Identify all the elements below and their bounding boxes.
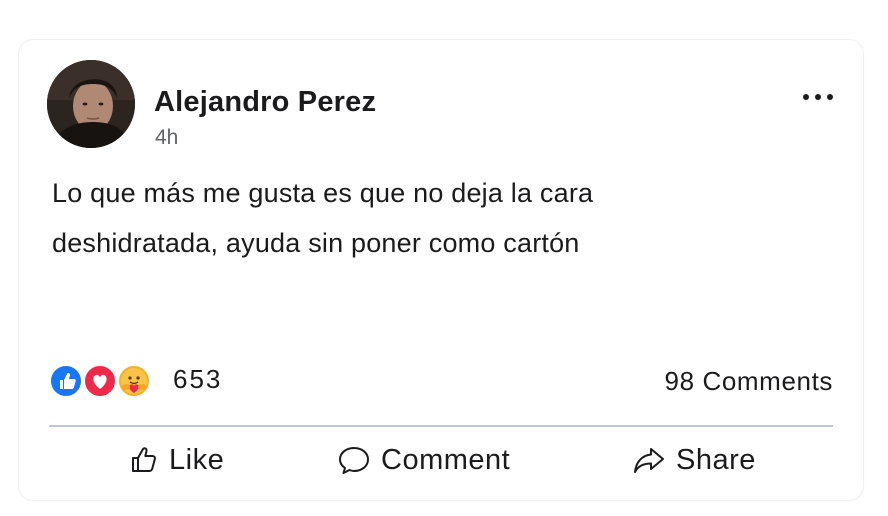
post-text-line: deshidratada, ayuda sin poner como cartó… <box>52 228 580 258</box>
post-timestamp[interactable]: 4h <box>155 126 178 150</box>
avatar-image <box>47 60 135 148</box>
post-text: Lo que más me gusta es que no deja la ca… <box>52 168 772 268</box>
avatar[interactable] <box>47 60 135 148</box>
like-button[interactable]: Like <box>129 435 224 485</box>
reaction-count[interactable]: 653 <box>173 364 222 395</box>
more-options-icon[interactable] <box>803 90 833 104</box>
divider <box>49 425 833 427</box>
care-reaction-icon <box>117 364 151 398</box>
like-label: Like <box>169 443 225 476</box>
post-card: Alejandro Perez 4h Lo que más me gusta e… <box>19 40 863 500</box>
love-reaction-icon <box>83 364 117 398</box>
share-arrow-icon <box>634 448 664 473</box>
post-actions: Like Comment Share <box>49 435 833 485</box>
share-label: Share <box>676 443 756 476</box>
like-reaction-icon <box>49 364 83 398</box>
share-button[interactable]: Share <box>632 435 756 485</box>
dot <box>815 94 821 100</box>
comment-label: Comment <box>381 443 511 476</box>
comments-count[interactable]: 98 Comments <box>665 366 833 397</box>
comment-bubble-icon <box>339 447 369 474</box>
dot <box>827 94 833 100</box>
post-text-line: Lo que más me gusta es que no deja la ca… <box>52 178 594 208</box>
thumbs-up-icon <box>132 447 156 472</box>
reactions-summary[interactable] <box>49 364 169 400</box>
comment-button[interactable]: Comment <box>337 435 510 485</box>
dot <box>803 94 809 100</box>
author-name[interactable]: Alejandro Perez <box>154 86 376 119</box>
post-stats: 653 98 Comments <box>49 360 833 404</box>
post-header: Alejandro Perez 4h <box>47 60 843 150</box>
